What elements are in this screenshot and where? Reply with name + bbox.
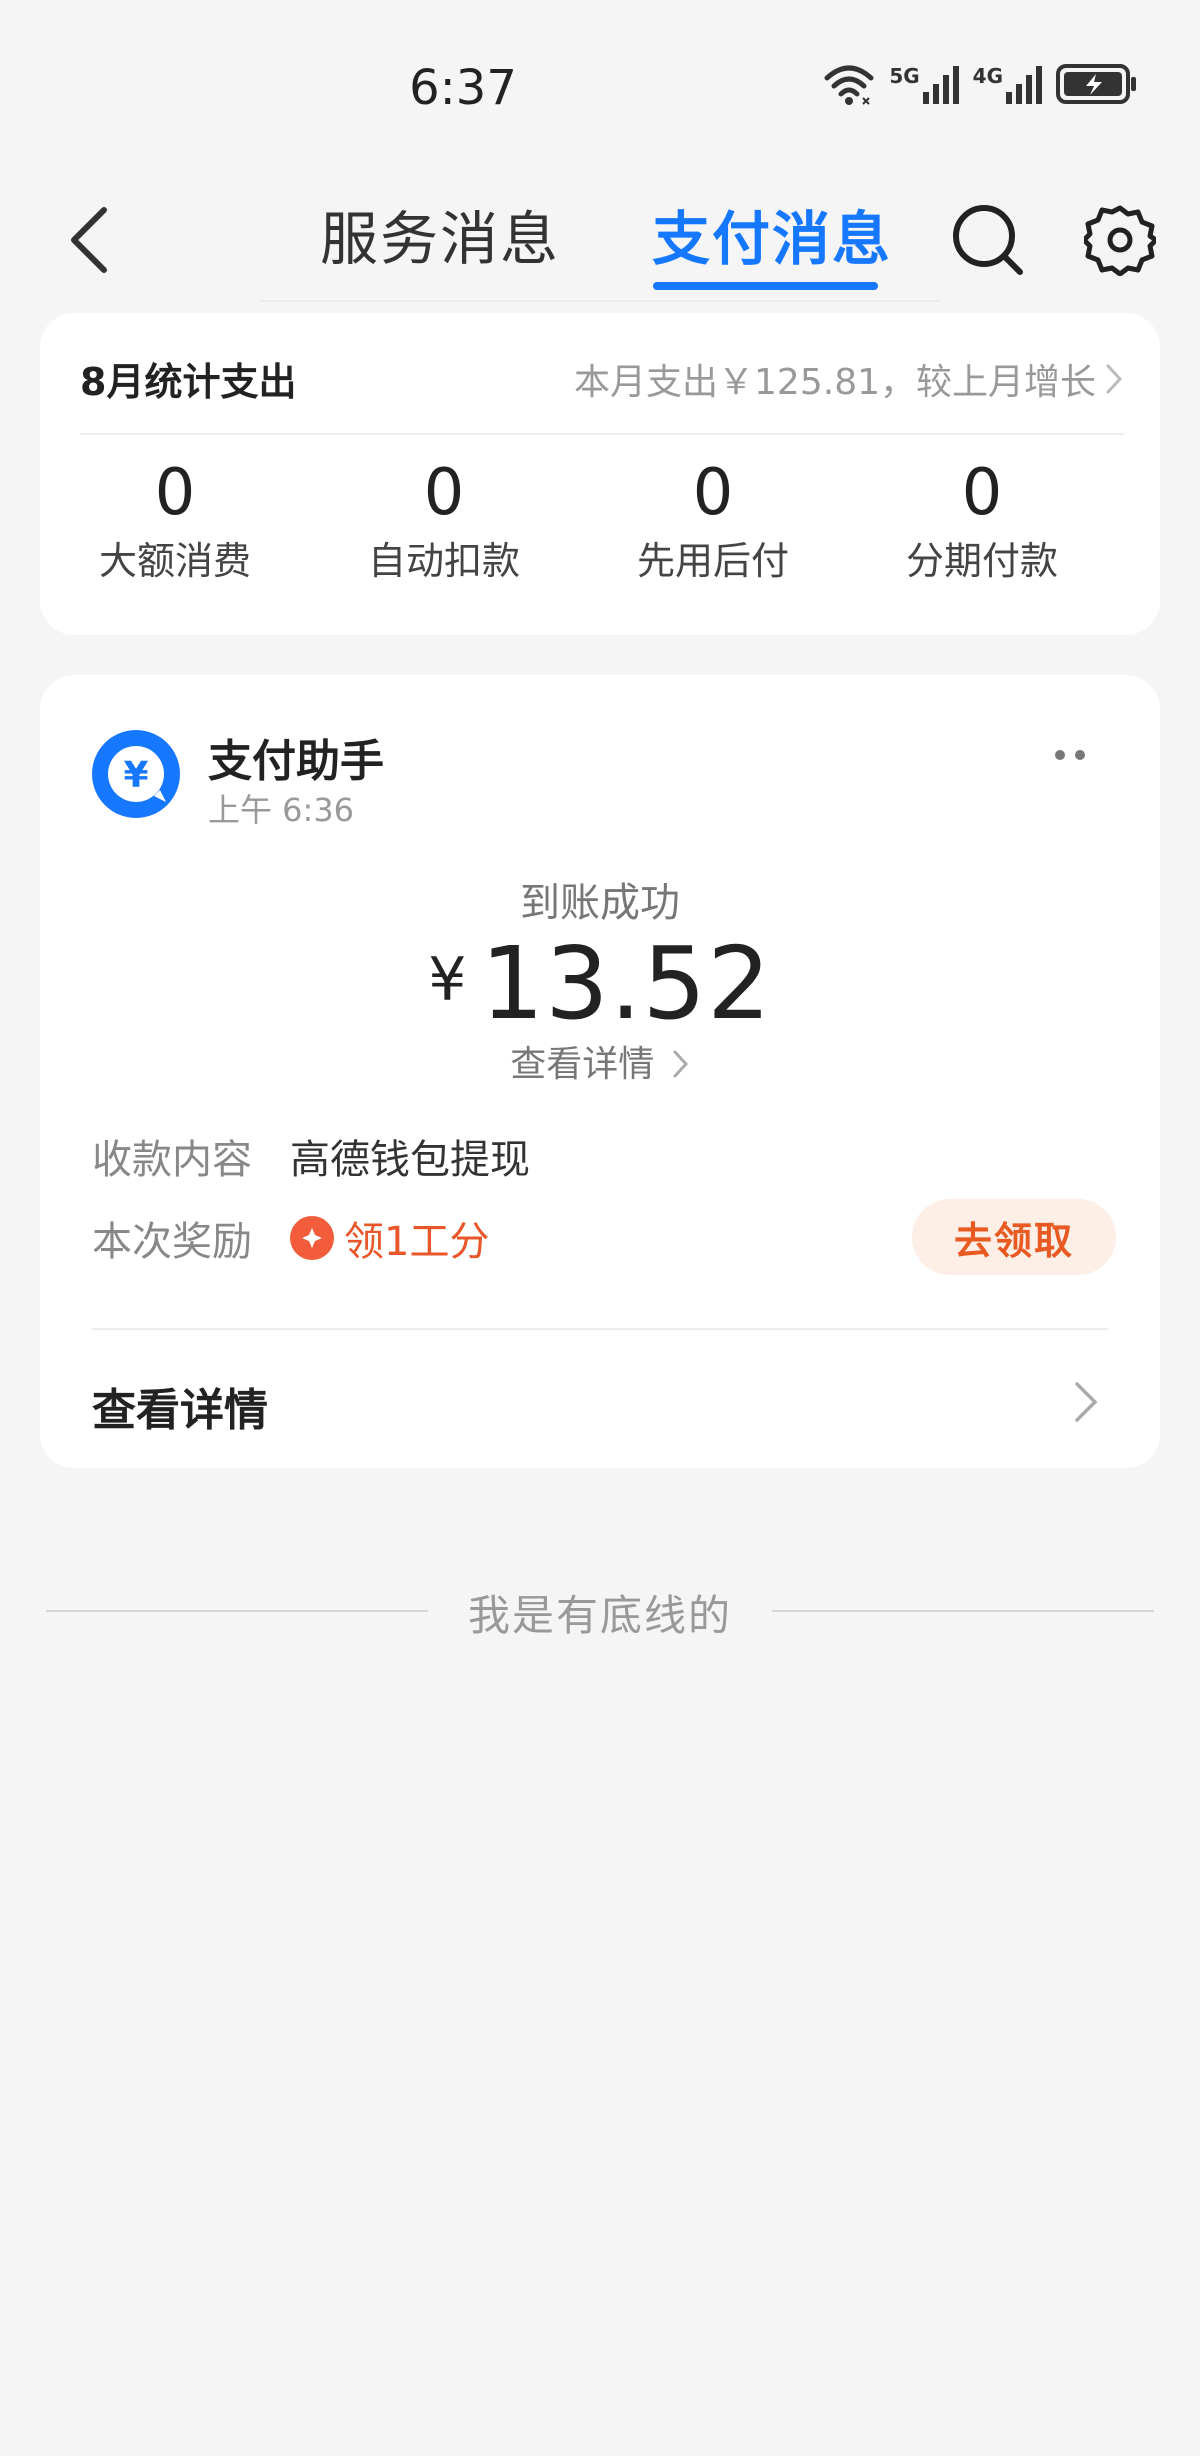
yuan-icon: ¥ — [108, 746, 166, 802]
stat-use-first-pay-later[interactable]: 0 先用后付 — [578, 453, 848, 613]
stats-header[interactable]: 8月统计支出 本月支出￥125.81，较上月增长 — [80, 313, 1124, 435]
amount-display: ¥13.52 — [40, 925, 1160, 1042]
divider-right — [772, 1610, 1154, 1612]
stat-label: 先用后付 — [636, 539, 789, 583]
chevron-right-icon — [660, 1044, 689, 1085]
view-detail-row[interactable]: 查看详情 — [40, 1330, 1160, 1468]
more-options-button[interactable] — [1040, 735, 1100, 775]
tab-payment-messages[interactable]: 支付消息 — [652, 192, 892, 276]
end-of-list-text: 我是有底线的 — [467, 1591, 732, 1640]
claim-reward-button[interactable]: 去领取 — [912, 1199, 1116, 1275]
reward-value: 领1工分 — [290, 1209, 489, 1267]
tab-service-messages[interactable]: 服务消息 — [320, 192, 560, 276]
search-icon — [953, 205, 1023, 275]
stats-summary[interactable]: 本月支出￥125.81，较上月增长 — [574, 353, 1124, 405]
stat-installment[interactable]: 0 分期付款 — [848, 453, 1116, 613]
stat-label: 大额消费 — [98, 539, 251, 583]
network-type-5g: 5G — [889, 64, 920, 88]
content-row-value: 高德钱包提现 — [290, 1137, 530, 1183]
payment-message-card: ¥ 支付助手 上午 6:36 到账成功 ¥13.52 查看详情 收款内容 高德钱… — [40, 675, 1160, 1468]
signal-4g-icon: 4G — [973, 64, 1042, 104]
reward-coin-icon — [290, 1216, 334, 1260]
reward-text: 领1工分 — [344, 1219, 490, 1265]
amount-value: 13.52 — [480, 925, 772, 1042]
stats-summary-text: 本月支出￥125.81，较上月增长 — [574, 362, 1096, 403]
stat-label: 自动扣款 — [367, 539, 520, 583]
stats-row: 0 大额消费 0 自动扣款 0 先用后付 0 分期付款 — [40, 453, 1160, 613]
stat-value: 0 — [154, 456, 196, 530]
back-arrow-icon — [71, 207, 107, 273]
gear-icon — [1084, 205, 1156, 276]
pay-assistant-avatar: ¥ — [92, 730, 180, 818]
monthly-stats-card: 8月统计支出 本月支出￥125.81，较上月增长 0 大额消费 0 自动扣款 0… — [40, 313, 1160, 635]
search-button[interactable] — [948, 196, 1028, 284]
message-time: 上午 6:36 — [208, 791, 355, 829]
status-icons: 5G 4G — [823, 62, 1138, 106]
signal-5g-icon: 5G — [889, 64, 959, 104]
tab-bar: 服务消息 支付消息 — [260, 180, 940, 302]
content-row-label: 收款内容 — [92, 1137, 252, 1183]
stat-value: 0 — [961, 456, 1003, 530]
settings-button[interactable] — [1078, 196, 1162, 284]
stat-value: 0 — [692, 456, 734, 530]
battery-charging-icon — [1056, 64, 1136, 104]
status-time: 6:37 — [409, 60, 517, 116]
status-bar: 6:37 5G 4G — [0, 0, 1200, 180]
network-type-4g: 4G — [972, 64, 1003, 88]
stat-large-spending[interactable]: 0 大额消费 — [40, 453, 310, 613]
reward-row-label: 本次奖励 — [92, 1219, 252, 1265]
signal-bars-icon — [1006, 66, 1042, 104]
chevron-right-icon — [1066, 1374, 1106, 1430]
chevron-right-icon — [1106, 364, 1123, 394]
view-detail-label: 查看详情 — [92, 1385, 268, 1436]
top-nav: 服务消息 支付消息 — [0, 180, 1200, 302]
amount-status: 到账成功 — [520, 880, 680, 926]
stat-value: 0 — [423, 456, 465, 530]
more-dot-icon — [1075, 750, 1085, 760]
stat-label: 分期付款 — [905, 539, 1058, 583]
active-tab-indicator — [653, 282, 878, 290]
wifi-icon — [824, 65, 874, 105]
amount-view-detail-label: 查看详情 — [510, 1044, 655, 1085]
amount-view-detail-link[interactable]: 查看详情 — [40, 1035, 1160, 1087]
more-dot-icon — [1055, 750, 1065, 760]
stat-auto-deduction[interactable]: 0 自动扣款 — [310, 453, 578, 613]
stats-title: 8月统计支出 — [80, 360, 297, 404]
signal-bars-icon — [922, 66, 959, 104]
back-button[interactable] — [48, 192, 128, 288]
avatar-symbol: ¥ — [123, 755, 148, 796]
end-of-list-indicator: 我是有底线的 — [46, 1582, 1154, 1642]
sender-name: 支付助手 — [208, 736, 384, 787]
currency-symbol: ¥ — [428, 945, 467, 1015]
